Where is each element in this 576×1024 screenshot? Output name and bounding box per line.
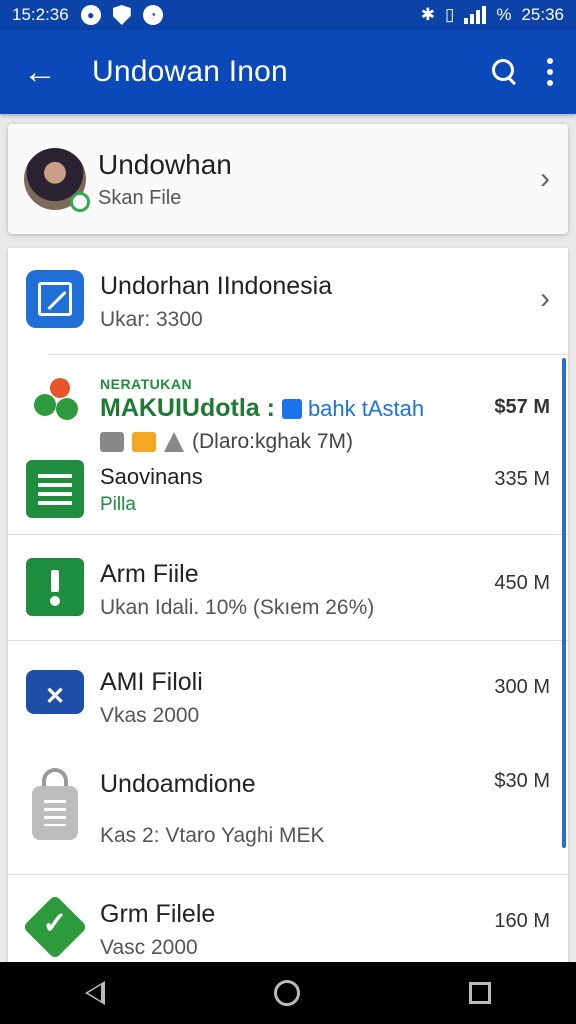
item-title: Arm Fiile bbox=[100, 560, 199, 588]
item-subtitle: Vkas 2000 bbox=[100, 704, 200, 727]
media-icon bbox=[132, 432, 156, 452]
shield-icon bbox=[112, 5, 131, 25]
search-icon[interactable] bbox=[490, 57, 520, 87]
chevron-right-icon: › bbox=[540, 162, 550, 195]
item-title: MAKUIUdotla : bbox=[100, 394, 275, 422]
item-tag: NERATUKAN bbox=[100, 376, 193, 392]
alert-file-icon bbox=[26, 558, 84, 616]
battery-text: % bbox=[496, 5, 512, 24]
item-subtitle: Ukar: 3300 bbox=[100, 308, 203, 331]
bluetooth-icon: ✱ bbox=[420, 5, 435, 24]
chevron-right-icon: › bbox=[540, 282, 550, 315]
app-bar: ← Undowan Inon bbox=[0, 30, 576, 114]
app-icon bbox=[281, 399, 302, 420]
tools-icon: ✕ bbox=[26, 670, 84, 714]
system-nav-bar bbox=[0, 962, 576, 1024]
back-button[interactable]: ← bbox=[0, 30, 80, 114]
account-card[interactable]: Undowhan Skan File › bbox=[8, 124, 568, 234]
scrollbar[interactable] bbox=[562, 358, 566, 848]
online-badge-icon bbox=[70, 192, 90, 212]
status-time: 15:2:36 bbox=[12, 5, 69, 24]
nav-recents-icon[interactable] bbox=[469, 982, 492, 1004]
status-clock-right: 25:36 bbox=[521, 5, 564, 24]
folder-edit-icon bbox=[26, 270, 84, 328]
app-notification-icon: ◔ bbox=[142, 5, 163, 25]
avatar bbox=[24, 148, 90, 212]
arrow-left-icon: ← bbox=[23, 52, 57, 91]
list-item[interactable]: NERATUKAN MAKUIUdotla : bahk tAstah (Dla… bbox=[8, 354, 568, 454]
item-title: AMI Filoli bbox=[100, 668, 203, 696]
account-name: Undowhan bbox=[98, 148, 232, 180]
account-subtitle: Skan File bbox=[98, 186, 182, 209]
item-subtitle: Ukan Idali. 10% (Skıem 26%) bbox=[100, 596, 375, 619]
item-size: $30 M bbox=[494, 770, 550, 792]
item-subtitle: Kas 2: Vtaro Yaghi MEK bbox=[100, 824, 325, 847]
item-subtitle: Pilla bbox=[100, 494, 136, 515]
verified-badge-icon: ✓ bbox=[22, 894, 88, 960]
list-item[interactable]: Arm Fiile Ukan Idali. 10% (Skıem 26%) 45… bbox=[8, 534, 568, 640]
person-icon bbox=[164, 432, 184, 452]
page-title: Undowan Inon bbox=[92, 55, 288, 88]
list-item[interactable]: Undorhan IIndonesia Ukar: 3300 › bbox=[8, 248, 568, 354]
play-icon bbox=[100, 432, 124, 452]
item-subtitle: Vasc 2000 bbox=[100, 936, 198, 959]
nav-back-icon[interactable] bbox=[84, 981, 105, 1005]
item-meta: (Dlaro:kghak 7M) bbox=[192, 430, 354, 453]
file-list: Undorhan IIndonesia Ukar: 3300 › NERATUK… bbox=[8, 248, 568, 978]
item-size: 300 M bbox=[494, 676, 550, 698]
signal-icon bbox=[464, 6, 487, 24]
item-size: 335 M bbox=[494, 468, 550, 490]
item-title: Undorhan IIndonesia bbox=[100, 272, 333, 300]
item-size: 160 M bbox=[494, 910, 550, 932]
vibrate-icon: ▯ bbox=[444, 5, 455, 24]
spreadsheet-icon bbox=[26, 460, 84, 518]
lock-file-icon bbox=[26, 768, 84, 844]
list-item[interactable]: Saovinans Pilla 335 M bbox=[8, 454, 568, 534]
item-title: Saovinans bbox=[100, 464, 203, 489]
leaf-app-icon bbox=[26, 374, 84, 432]
item-title: Grm Filele bbox=[100, 900, 216, 928]
more-vert-icon[interactable] bbox=[544, 58, 556, 86]
item-size: 450 M bbox=[494, 572, 550, 594]
notification-icon: ● bbox=[80, 5, 101, 25]
item-title: Undoamdione bbox=[100, 770, 256, 798]
nav-home-icon[interactable] bbox=[273, 980, 300, 1006]
item-link[interactable]: bahk tAstah bbox=[308, 396, 424, 421]
list-item[interactable]: ✕ AMI Filoli Vkas 2000 300 M bbox=[8, 640, 568, 744]
item-size: $57 M bbox=[494, 396, 550, 418]
list-item[interactable]: Undoamdione Kas 2: Vtaro Yaghi MEK $30 M bbox=[8, 744, 568, 874]
status-bar: 15:2:36 ● ◔ ✱ ▯ % 25:36 bbox=[0, 0, 576, 30]
